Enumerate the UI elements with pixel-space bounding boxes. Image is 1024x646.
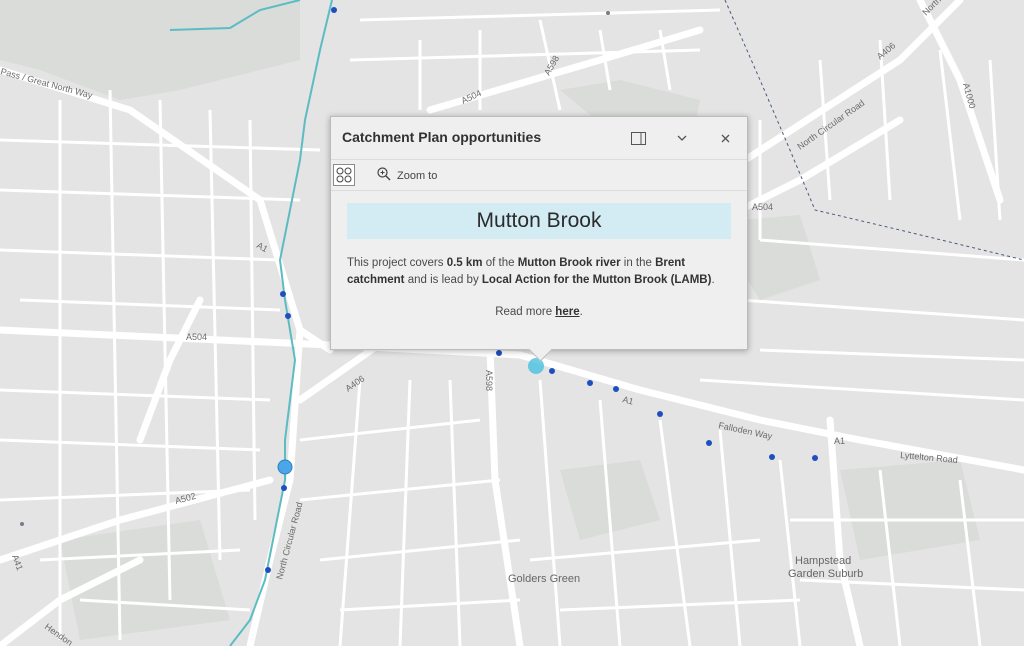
feature-title: Mutton Brook xyxy=(347,203,731,239)
catchment-point xyxy=(613,386,619,392)
selected-point-marker[interactable] xyxy=(277,459,293,475)
catchment-point xyxy=(606,11,610,15)
catchment-point xyxy=(769,454,775,460)
zoom-to-button[interactable]: Zoom to xyxy=(377,167,437,184)
dock-icon[interactable] xyxy=(629,129,647,147)
desc-lead: Local Action for the Mutton Brook (LAMB) xyxy=(481,274,712,286)
read-more: Read more here. xyxy=(347,306,731,318)
chevron-down-icon[interactable] xyxy=(673,129,691,147)
desc-text: of the xyxy=(482,257,518,269)
read-more-prefix: Read more xyxy=(495,306,556,318)
place-label-garden-suburb: Garden Suburb xyxy=(788,568,863,580)
catchment-point xyxy=(587,380,593,386)
catchment-point xyxy=(331,7,337,13)
desc-length: 0.5 km xyxy=(446,257,483,269)
catchment-point xyxy=(706,440,712,446)
close-icon[interactable] xyxy=(716,129,734,147)
catchment-point xyxy=(20,522,24,526)
desc-text: and is lead by xyxy=(404,274,482,286)
popup-title: Catchment Plan opportunities xyxy=(342,129,542,145)
catchment-point xyxy=(657,411,663,417)
popup-header: Catchment Plan opportunities xyxy=(331,117,747,160)
catchment-point xyxy=(812,455,818,461)
zoom-to-label: Zoom to xyxy=(397,169,438,182)
desc-text: This project covers xyxy=(347,257,447,269)
road-label-a504-east: A504 xyxy=(752,202,773,212)
feature-menu-icon[interactable] xyxy=(333,164,355,186)
desc-text: . xyxy=(711,274,715,286)
feature-description: This project covers 0.5 km of the Mutton… xyxy=(347,255,731,289)
catchment-point xyxy=(285,313,291,319)
road-label-a504: A504 xyxy=(186,332,207,342)
catchment-point xyxy=(265,567,271,573)
street-label-a1-lyttelton: A1 xyxy=(834,436,845,446)
desc-river: Mutton Brook river xyxy=(517,257,621,269)
place-label-golders-green: Golders Green xyxy=(508,573,580,585)
road-label-a598: A598 xyxy=(484,370,494,391)
feature-popup: Catchment Plan opportunities Zoom to Mut… xyxy=(330,116,748,362)
popup-body: Mutton Brook This project covers 0.5 km … xyxy=(331,191,747,318)
catchment-point xyxy=(281,485,287,491)
catchment-point xyxy=(496,350,502,356)
place-label-hampstead: Hampstead xyxy=(795,555,851,567)
catchment-point xyxy=(549,368,555,374)
desc-text: in the xyxy=(620,257,656,269)
catchment-point xyxy=(280,291,286,297)
read-more-link[interactable]: here xyxy=(555,306,579,318)
zoom-in-icon xyxy=(377,167,391,184)
read-more-suffix: . xyxy=(579,306,583,318)
popup-toolbar: Zoom to xyxy=(331,160,747,191)
